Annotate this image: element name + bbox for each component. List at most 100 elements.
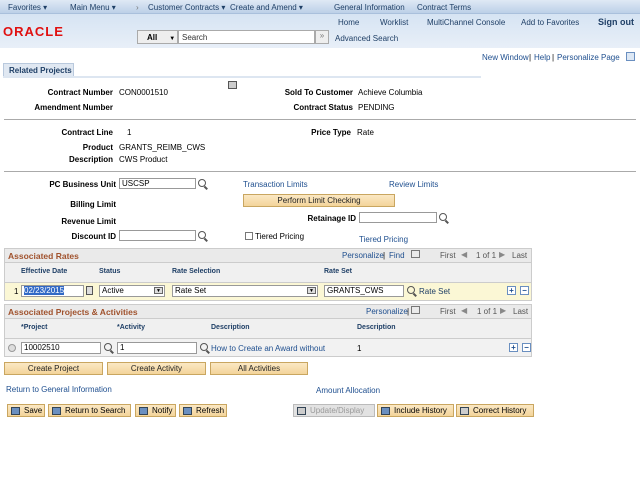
- rates-find-link[interactable]: Find: [389, 251, 405, 260]
- include-history-button[interactable]: Include History: [377, 404, 454, 417]
- add-row-button[interactable]: +: [507, 286, 516, 295]
- amount-allocation-link[interactable]: Amount Allocation: [316, 386, 380, 395]
- all-activities-button[interactable]: All Activities: [210, 362, 308, 375]
- contract-number-label: Contract Number: [47, 88, 113, 97]
- tab-related-projects[interactable]: Related Projects: [3, 63, 74, 76]
- delete-row-button[interactable]: −: [522, 343, 531, 352]
- rate-selection-select[interactable]: Rate Set ▼: [172, 285, 318, 297]
- new-window-link[interactable]: New Window: [482, 53, 529, 62]
- column-activity[interactable]: *Activity: [117, 324, 145, 331]
- price-type-value: Rate: [357, 128, 374, 137]
- advanced-search-link[interactable]: Advanced Search: [335, 34, 398, 43]
- next-icon[interactable]: ▶: [500, 306, 506, 315]
- sold-to-label: Sold To Customer: [284, 88, 353, 97]
- rates-last[interactable]: Last: [512, 251, 527, 260]
- favorites-menu[interactable]: Favorites ▾: [8, 3, 47, 12]
- project-input[interactable]: 10002510: [21, 342, 101, 354]
- top-nav: Favorites ▾ Main Menu ▾ › Customer Contr…: [0, 0, 640, 14]
- contract-number-value: CON0001510: [119, 88, 168, 97]
- tiered-pricing-link[interactable]: Tiered Pricing: [359, 235, 408, 244]
- view-all-icon[interactable]: [411, 306, 420, 314]
- revenue-limit-label: Revenue Limit: [61, 217, 116, 226]
- search-icon[interactable]: [407, 286, 415, 294]
- notify-button[interactable]: Notify: [135, 404, 176, 417]
- search-input[interactable]: Search: [178, 30, 315, 44]
- personalize-page-link[interactable]: Personalize Page: [557, 53, 620, 62]
- activity-input[interactable]: 1: [117, 342, 197, 354]
- search-icon[interactable]: [104, 343, 112, 351]
- worklist-link[interactable]: Worklist: [380, 18, 408, 27]
- search-scope-select[interactable]: All ▼: [137, 30, 178, 44]
- status-select[interactable]: Active ▼: [99, 285, 165, 297]
- discount-id-label: Discount ID: [71, 232, 116, 241]
- help-link[interactable]: Help: [534, 53, 550, 62]
- discount-id-input[interactable]: [119, 230, 196, 241]
- rate-set-input[interactable]: GRANTS_CWS: [324, 285, 404, 297]
- prev-icon[interactable]: ◀: [461, 306, 467, 315]
- grid-icon[interactable]: [626, 52, 635, 61]
- projects-personalize-link[interactable]: Personalize: [366, 307, 408, 316]
- search-icon[interactable]: [439, 213, 447, 221]
- column-description[interactable]: Description: [211, 324, 250, 331]
- refresh-button[interactable]: Refresh: [179, 404, 227, 417]
- pc-business-unit-input[interactable]: USCSP: [119, 178, 196, 189]
- column-status[interactable]: Status: [99, 268, 120, 275]
- effective-date-input[interactable]: 02/23/2015: [21, 285, 84, 297]
- add-favorites-link[interactable]: Add to Favorites: [521, 18, 579, 27]
- main-menu[interactable]: Main Menu ▾: [70, 3, 116, 12]
- projects-count: 1 of 1: [477, 307, 498, 316]
- description-value: CWS Product: [119, 155, 168, 164]
- transaction-limits-link[interactable]: Transaction Limits: [243, 180, 308, 189]
- price-type-label: Price Type: [311, 128, 351, 137]
- home-link[interactable]: Home: [338, 18, 359, 27]
- breadcrumb-general-info[interactable]: General Information: [334, 3, 405, 12]
- correct-icon: [460, 407, 469, 415]
- tiered-pricing-checkbox-label: Tiered Pricing: [255, 232, 305, 241]
- save-button[interactable]: Save: [7, 404, 45, 417]
- multichannel-link[interactable]: MultiChannel Console: [427, 18, 505, 27]
- update-display-button[interactable]: Update/Display: [293, 404, 375, 417]
- return-to-search-button[interactable]: Return to Search: [48, 404, 131, 417]
- notify-icon: [139, 407, 148, 415]
- rate-set-description: Rate Set: [419, 287, 451, 296]
- project-description-link[interactable]: How to Create an Award without: [211, 344, 325, 353]
- rates-personalize-link[interactable]: Personalize: [342, 251, 384, 260]
- column-rate-set[interactable]: Rate Set: [324, 268, 352, 275]
- column-description-2[interactable]: Description: [357, 324, 396, 331]
- notes-icon[interactable]: [228, 81, 237, 89]
- review-limits-link[interactable]: Review Limits: [389, 180, 438, 189]
- column-effective-date[interactable]: Effective Date: [21, 268, 67, 275]
- breadcrumb-create-amend[interactable]: Create and Amend ▾: [230, 3, 303, 12]
- add-row-button[interactable]: +: [509, 343, 518, 352]
- amendment-label: Amendment Number: [34, 103, 113, 112]
- sign-out-link[interactable]: Sign out: [598, 17, 634, 27]
- projects-first[interactable]: First: [440, 307, 456, 316]
- breadcrumb-contract-terms[interactable]: Contract Terms: [417, 3, 471, 12]
- search-icon[interactable]: [198, 231, 206, 239]
- breadcrumb-customer-contracts[interactable]: Customer Contracts ▾: [148, 3, 225, 12]
- perform-limit-checking-button[interactable]: Perform Limit Checking: [243, 194, 395, 207]
- row-radio[interactable]: [8, 344, 16, 352]
- create-activity-button[interactable]: Create Activity: [107, 362, 206, 375]
- column-rate-selection[interactable]: Rate Selection: [172, 268, 220, 275]
- prev-icon[interactable]: ◀: [461, 250, 467, 259]
- search-icon[interactable]: [200, 343, 208, 351]
- column-project[interactable]: *Project: [21, 324, 47, 331]
- return-icon: [52, 407, 61, 415]
- search-go-button[interactable]: »: [315, 30, 329, 44]
- associated-rates-title: Associated Rates: [8, 251, 79, 261]
- calendar-icon[interactable]: [86, 286, 93, 295]
- tiered-pricing-checkbox[interactable]: [245, 232, 253, 240]
- create-project-button[interactable]: Create Project: [4, 362, 103, 375]
- search-icon[interactable]: [198, 179, 206, 187]
- correct-history-button[interactable]: Correct History: [456, 404, 534, 417]
- projects-last[interactable]: Last: [513, 307, 528, 316]
- next-icon[interactable]: ▶: [499, 250, 505, 259]
- contract-status-value: PENDING: [358, 103, 395, 112]
- delete-row-button[interactable]: −: [520, 286, 529, 295]
- rates-first[interactable]: First: [440, 251, 456, 260]
- view-all-icon[interactable]: [411, 250, 420, 258]
- rates-count: 1 of 1: [476, 251, 497, 260]
- return-general-info-link[interactable]: Return to General Information: [6, 385, 112, 394]
- retainage-id-input[interactable]: [359, 212, 437, 223]
